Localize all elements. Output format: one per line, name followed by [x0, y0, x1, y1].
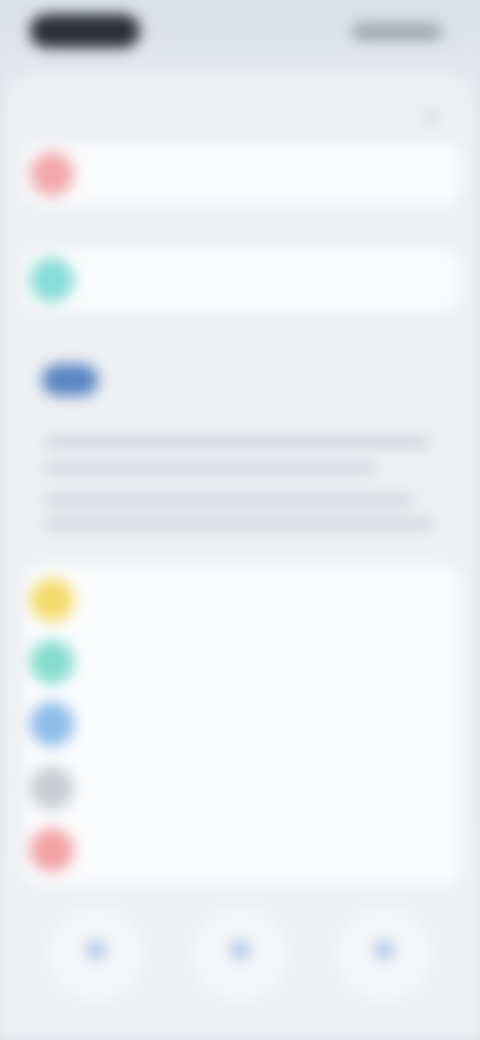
list-item[interactable] — [24, 696, 460, 752]
row-icon — [30, 258, 74, 302]
tab-1[interactable]: ● — [48, 906, 144, 1002]
status-indicators — [352, 24, 442, 40]
status-bar — [0, 0, 480, 70]
section-description-line — [44, 518, 434, 530]
status-time-pill — [30, 14, 140, 48]
sheet-title — [150, 104, 330, 130]
list-item[interactable] — [24, 146, 460, 202]
row-icon — [30, 152, 74, 196]
bottom-sheet — [8, 72, 472, 1040]
person-icon: ● — [82, 923, 110, 972]
list-card — [24, 566, 460, 884]
person-icon: ● — [226, 923, 254, 972]
section-icon — [42, 364, 98, 396]
list-item[interactable] — [24, 760, 460, 816]
blurred-screen: × ● ● ● — [0, 0, 480, 1040]
row-icon — [30, 828, 74, 872]
row-icon — [30, 766, 74, 810]
info-section — [36, 352, 446, 552]
section-description-line — [44, 436, 430, 448]
tab-bar: ● ● ● — [24, 906, 456, 1002]
section-description-line — [44, 462, 376, 474]
row-icon — [30, 640, 74, 684]
top-row-card-1[interactable] — [24, 144, 460, 204]
list-item[interactable] — [24, 252, 460, 308]
list-item[interactable] — [24, 822, 460, 878]
top-row-card-2[interactable] — [24, 250, 460, 310]
person-icon: ● — [370, 923, 398, 972]
row-icon — [30, 578, 74, 622]
close-icon[interactable]: × — [418, 104, 444, 130]
tab-2[interactable]: ● — [192, 906, 288, 1002]
tab-3[interactable]: ● — [336, 906, 432, 1002]
section-description-line — [44, 494, 414, 506]
row-icon — [30, 702, 74, 746]
list-item[interactable] — [24, 634, 460, 690]
list-item[interactable] — [24, 572, 460, 628]
